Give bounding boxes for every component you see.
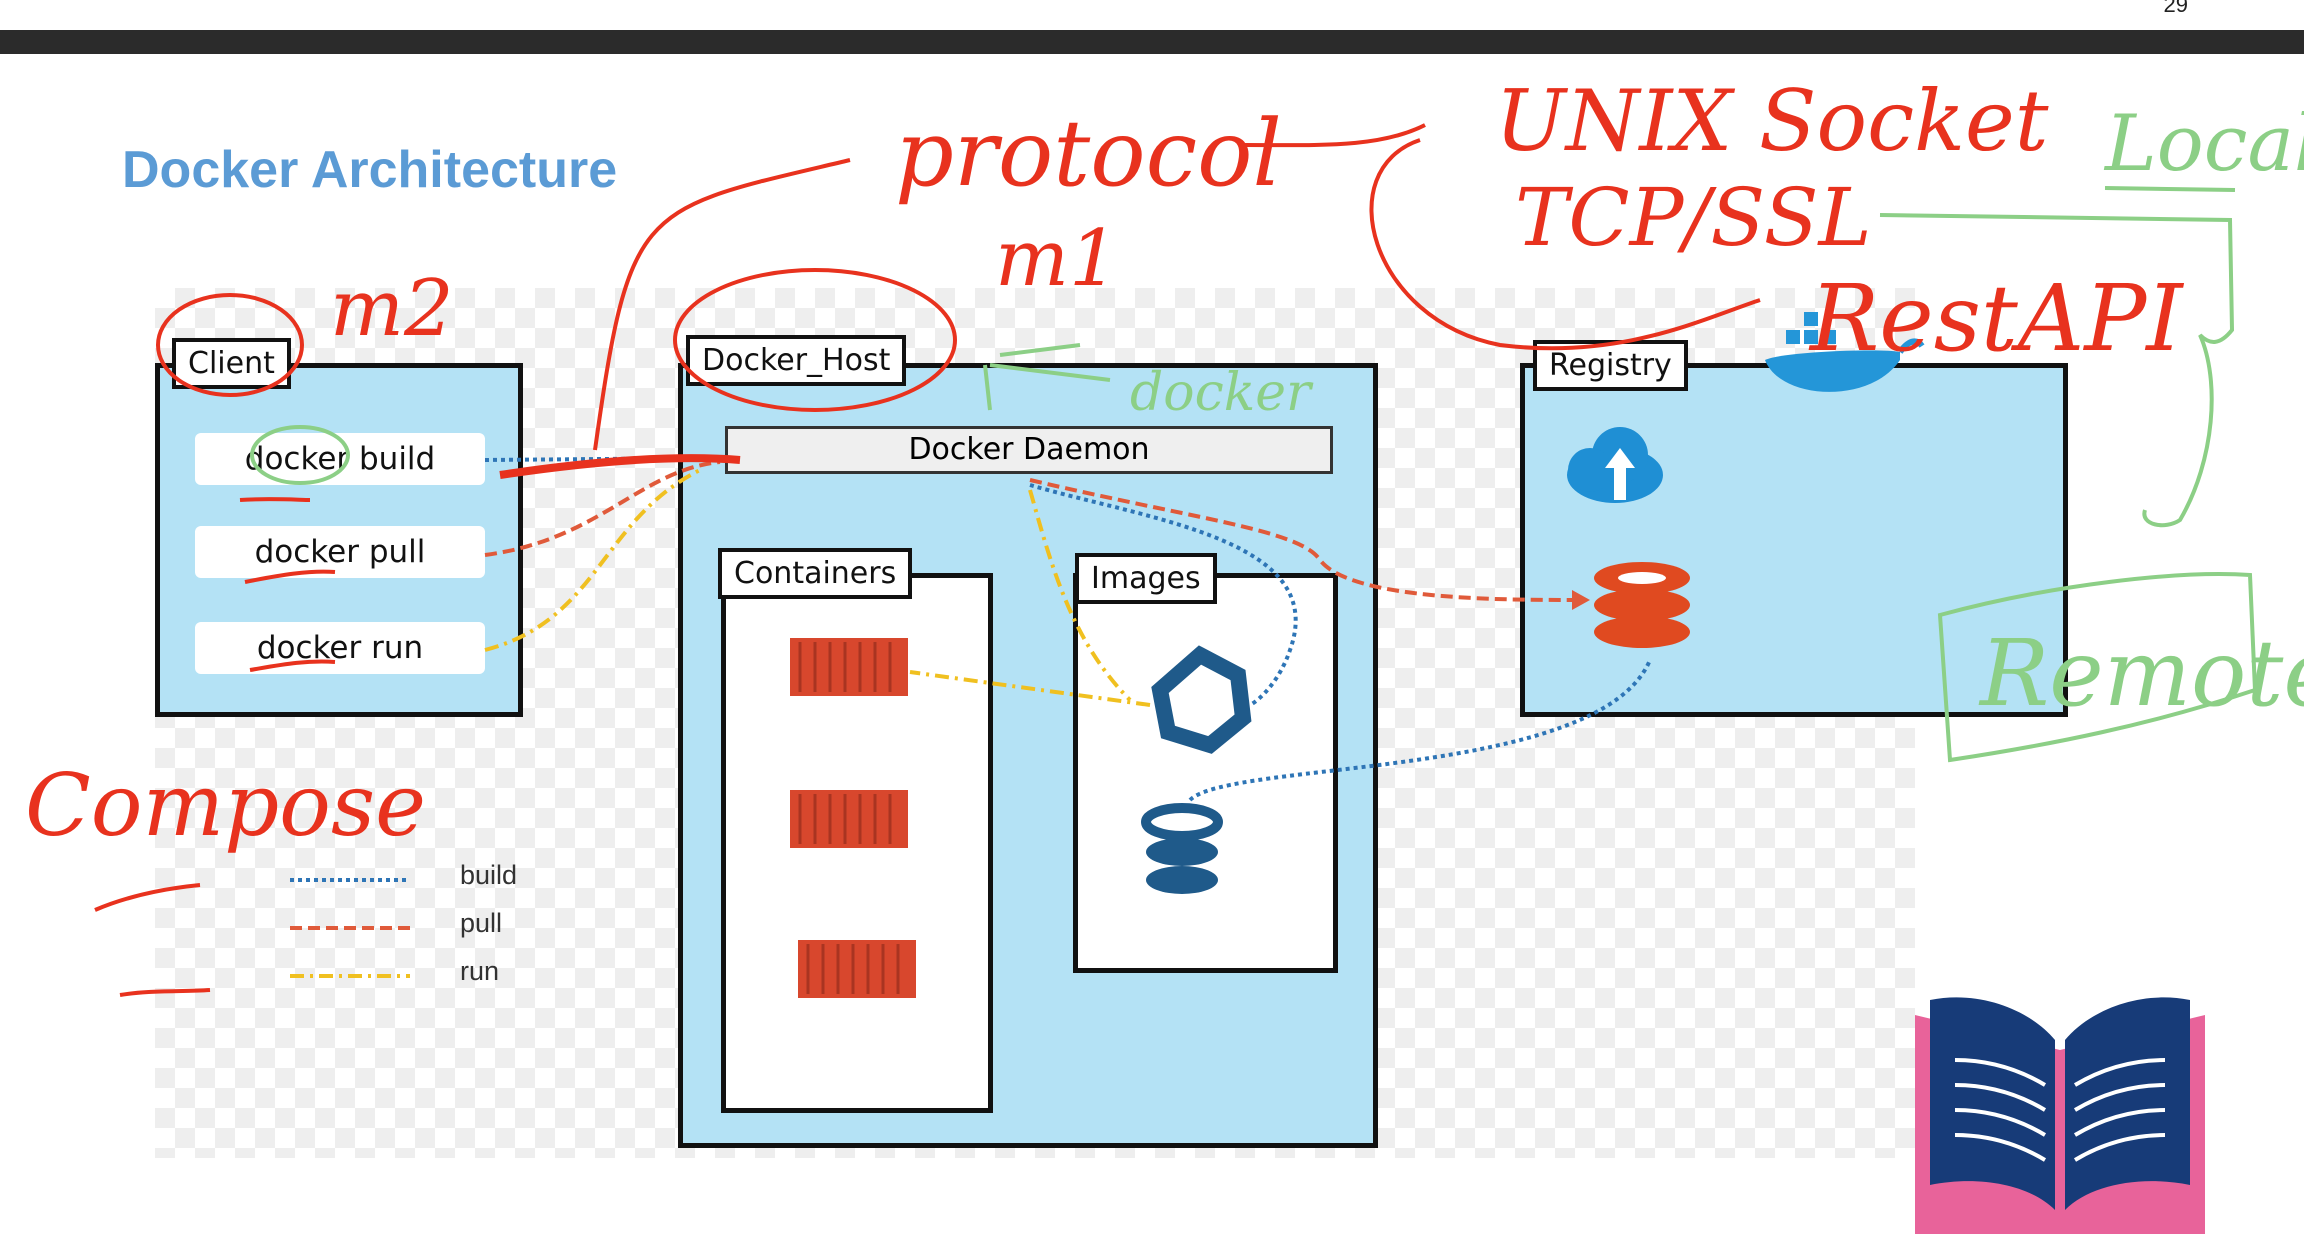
docker-host-green-arrow	[983, 343, 1111, 411]
container-icon-1	[790, 638, 908, 696]
m1-annotation: m1	[995, 214, 1119, 304]
docker-run-underline	[249, 659, 336, 672]
unix-socket-annotation: UNIX Socket	[1495, 72, 2049, 170]
registry-stack-icon	[1594, 562, 1690, 648]
daemon-images-build-arrow	[1029, 483, 1298, 707]
remote-annotation: Remote	[1978, 620, 2304, 727]
client-circle	[156, 293, 304, 397]
pull-arrowhead	[1572, 590, 1590, 610]
docker-host-circle	[673, 268, 957, 412]
run-arrow	[484, 468, 701, 652]
docker-pull-underline	[244, 569, 336, 584]
m2-annotation: m2	[330, 264, 454, 354]
protocol-annotation: protocol	[895, 100, 1282, 207]
cloud-upload-icon	[1567, 427, 1663, 503]
image-container-run-arrow	[909, 670, 1151, 707]
docker-annotation: docker	[1130, 363, 1314, 423]
daemon-registry-pull-arrow	[1029, 478, 1581, 602]
container-icon-3	[798, 940, 916, 998]
local-annotation: Local	[2103, 99, 2304, 189]
tcp-ssl-annotation: TCP/SSL	[1515, 171, 1872, 264]
image-hexagon-icon	[1151, 645, 1252, 754]
image-stack-icon	[1141, 803, 1223, 894]
rest-api-annotation: RestAPI	[1808, 265, 2184, 372]
diagram-overlay: protocol UNIX Socket TCP/SSL RestAPI m2 …	[25, 72, 2304, 1234]
images-registry-push-arrow	[1188, 659, 1652, 802]
docker-word-circle	[250, 425, 350, 485]
container-icon-2	[790, 790, 908, 848]
daemon-image-run-arrow	[1028, 489, 1132, 702]
protocol-arrow	[593, 158, 851, 451]
compose-underline-2	[119, 988, 211, 997]
compose-annotation: Compose	[25, 756, 426, 856]
book-logo	[1915, 997, 2205, 1234]
docker-build-underline	[239, 497, 311, 502]
red-annotations	[94, 123, 1761, 997]
compose-underline	[94, 883, 201, 912]
